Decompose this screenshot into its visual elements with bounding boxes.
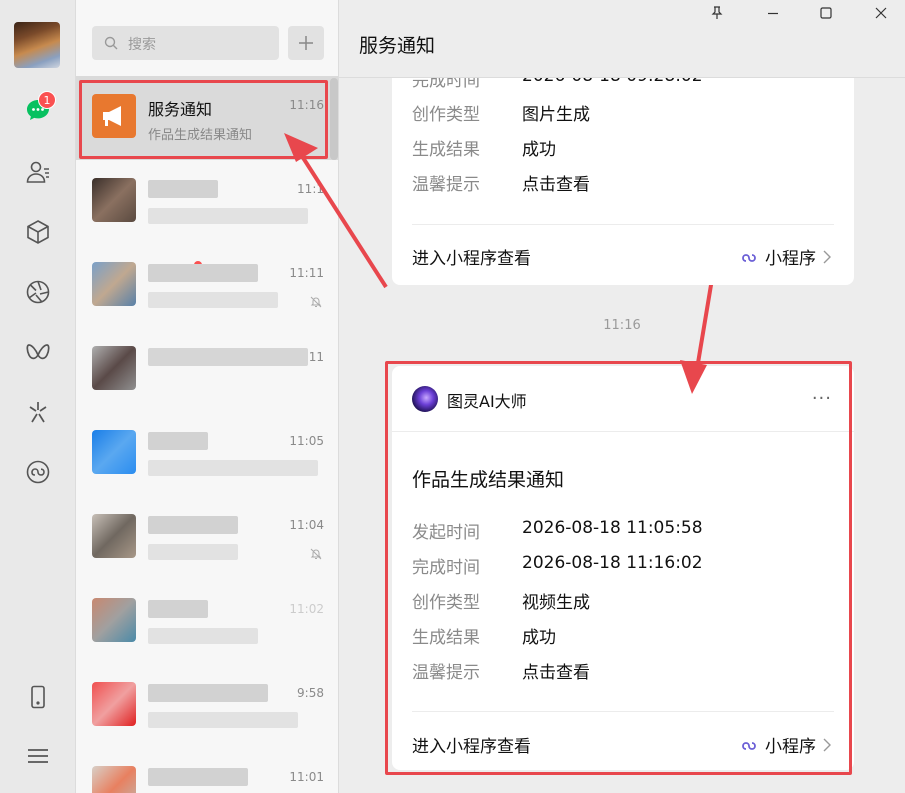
chat-item[interactable]: 11:01	[76, 748, 338, 793]
mini-program-tag[interactable]: 小程序	[739, 244, 832, 269]
chat-avatar	[92, 178, 136, 222]
left-nav-rail: 1	[0, 0, 76, 793]
blurred-name	[148, 768, 248, 786]
chat-avatar	[92, 514, 136, 558]
channels-icon[interactable]	[20, 334, 56, 370]
blurred-name	[148, 348, 308, 366]
chat-avatar	[92, 598, 136, 642]
blurred-name	[148, 432, 208, 450]
chat-time: 11:02	[289, 602, 324, 616]
close-icon	[875, 7, 887, 19]
mini-program-label: 小程序	[765, 249, 816, 269]
search-placeholder: 搜索	[128, 37, 156, 53]
row-label: 创作类型	[412, 105, 480, 125]
chat-time: 11	[308, 350, 324, 364]
blurred-name	[148, 264, 258, 282]
add-button[interactable]	[288, 26, 324, 60]
chat-time: 11:04	[289, 518, 324, 532]
highlight-box-chat	[79, 80, 328, 159]
chat-item[interactable]: 11:1	[76, 160, 338, 244]
minimize-button[interactable]	[759, 2, 787, 24]
maximize-button[interactable]	[812, 2, 840, 24]
highlight-box-card	[385, 361, 852, 775]
close-button[interactable]	[867, 2, 895, 24]
mini-program-icon[interactable]	[20, 454, 56, 490]
menu-icon[interactable]	[20, 738, 56, 774]
open-mini-program-link[interactable]: 进入小程序查看	[412, 244, 531, 269]
mute-icon	[310, 548, 322, 560]
blurred-preview	[148, 544, 238, 560]
chat-time: 11:01	[289, 770, 324, 784]
chat-avatar	[92, 346, 136, 390]
mute-icon	[310, 296, 322, 308]
chat-avatar	[92, 262, 136, 306]
chat-avatar	[92, 430, 136, 474]
chat-item[interactable]: 11:11	[76, 244, 338, 328]
row-value: 点击查看	[522, 175, 590, 195]
chat-avatar	[92, 766, 136, 793]
scrollbar-thumb[interactable]	[330, 78, 338, 160]
maximize-icon	[820, 7, 832, 19]
blurred-name	[148, 516, 238, 534]
chat-item[interactable]: 11	[76, 328, 338, 412]
contacts-icon[interactable]	[20, 154, 56, 190]
row-label: 生成结果	[412, 140, 480, 160]
favorites-icon[interactable]	[20, 214, 56, 250]
unread-badge: 1	[38, 91, 56, 109]
chat-item[interactable]: 9:58	[76, 664, 338, 748]
chat-time: 11:05	[289, 434, 324, 448]
chat-avatar	[92, 682, 136, 726]
blurred-preview	[148, 208, 308, 224]
blurred-preview	[148, 628, 258, 644]
chat-item[interactable]: 11:04	[76, 496, 338, 580]
pin-icon	[711, 6, 723, 19]
row-value: 成功	[522, 140, 556, 160]
pin-button[interactable]	[703, 2, 731, 24]
chat-time: 9:58	[297, 686, 324, 700]
moments-icon[interactable]	[20, 274, 56, 310]
mini-program-icon	[742, 253, 756, 262]
blurred-preview	[148, 460, 318, 476]
user-avatar[interactable]	[14, 22, 60, 68]
blurred-preview	[148, 292, 278, 308]
blurred-name	[148, 600, 208, 618]
row-label: 温馨提示	[412, 175, 480, 195]
plus-icon	[299, 36, 313, 50]
discover-icon[interactable]	[20, 394, 56, 430]
search-box[interactable]: 搜索	[92, 26, 279, 60]
chevron-right-icon	[823, 250, 831, 263]
blurred-name	[148, 684, 268, 702]
chat-time: 11:1	[297, 182, 324, 196]
search-icon	[104, 36, 118, 50]
blurred-name	[148, 180, 218, 198]
page-title: 服务通知	[359, 35, 436, 57]
chat-time: 11:11	[289, 266, 324, 280]
phone-icon[interactable]	[20, 679, 56, 715]
minimize-icon	[768, 12, 778, 15]
blurred-preview	[148, 712, 298, 728]
conversation-header: 服务通知	[339, 0, 905, 78]
chat-item[interactable]: 11:05	[76, 412, 338, 496]
chat-item[interactable]: 11:02	[76, 580, 338, 664]
row-value: 图片生成	[522, 105, 590, 125]
divider	[412, 224, 834, 225]
time-separator: 11:16	[603, 318, 641, 333]
